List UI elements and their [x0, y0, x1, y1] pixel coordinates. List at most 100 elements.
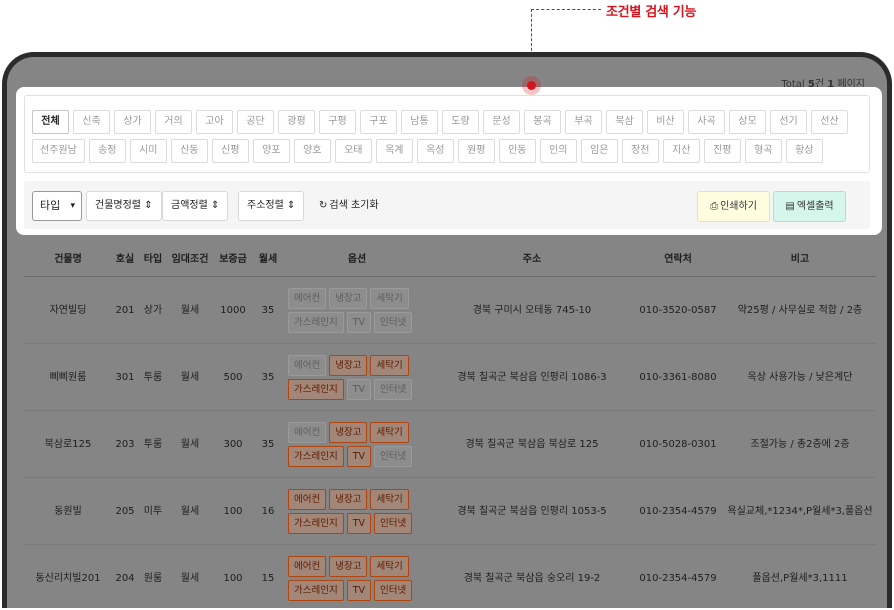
cell-cond: 월세: [180, 439, 200, 450]
cell-note: 약25평 / 사무실로 적합 / 2층: [737, 305, 863, 316]
column-header: 보증금: [219, 254, 247, 265]
option-tag: 인터넷: [374, 580, 413, 601]
area-chip[interactable]: 상모: [729, 110, 766, 134]
area-chip[interactable]: 옥계: [375, 139, 413, 163]
area-chip[interactable]: 북삼: [606, 110, 643, 134]
table-row[interactable]: 북삼로125 203 투룸 월세 300 35 에어컨 냉장고 세탁기 가스레인지 TV 인터넷 경북 …: [24, 411, 876, 478]
cell-note: 옥상 사용가능 / 낮은계단: [747, 372, 853, 383]
area-chip[interactable]: 형곡: [744, 139, 782, 163]
area-chip[interactable]: 시미: [129, 139, 167, 163]
callout-connector-horizontal: [531, 9, 601, 10]
area-chip[interactable]: 구평: [319, 110, 356, 134]
area-chip[interactable]: 양호: [293, 139, 331, 163]
area-chip[interactable]: 신평: [211, 139, 249, 163]
cell-phone: 010-3520-0587: [639, 305, 717, 316]
table-body: 자연빌딩 201 상가 월세 1000 35 에어컨 냉장고 세탁기 가스레인지 TV 인터넷 경북 구…: [24, 277, 876, 608]
cell-type: 미투: [143, 506, 163, 517]
option-tag: 에어컨: [288, 556, 327, 577]
area-chip[interactable]: 문성: [483, 110, 520, 134]
area-chip[interactable]: 구포: [360, 110, 397, 134]
area-chip[interactable]: 사곡: [688, 110, 725, 134]
sort-building-button[interactable]: 건물명정렬 ⇕: [86, 191, 162, 221]
cell-room: 204: [115, 573, 135, 584]
area-chip[interactable]: 광평: [278, 110, 315, 134]
reset-search-button[interactable]: ↻ 검색 초기화: [319, 191, 379, 221]
cell-type: 원룸: [143, 573, 163, 584]
cell-address: 경북 칠곡군 북삼읍 숭오리 19-2: [463, 573, 601, 584]
area-chip[interactable]: 진평: [703, 139, 741, 163]
area-chip[interactable]: 봉곡: [524, 110, 561, 134]
area-chip[interactable]: 선기: [770, 110, 807, 134]
print-button[interactable]: ⎙ 인쇄하기: [697, 191, 770, 222]
printer-icon: ⎙: [710, 201, 719, 212]
area-chip[interactable]: 인동: [498, 139, 536, 163]
option-tag: 가스레인지: [288, 580, 344, 601]
option-tag: 에어컨: [288, 355, 327, 376]
area-chip[interactable]: 상가: [114, 110, 151, 134]
area-chip[interactable]: 선산: [811, 110, 848, 134]
sort-icon: ⇕: [144, 200, 153, 211]
sort-address-button[interactable]: 주소정렬 ⇕: [238, 191, 305, 221]
area-chip[interactable]: 고아: [196, 110, 233, 134]
column-header: 타입: [143, 254, 163, 265]
cell-name: 동원빌: [54, 506, 82, 517]
option-tag: 세탁기: [370, 288, 409, 309]
option-tag: 세탁기: [370, 355, 409, 376]
table-row[interactable]: 동신리치빌201 204 원룸 월세 100 15 에어컨 냉장고 세탁기 가스레인지 TV 인터넷 경…: [24, 545, 876, 608]
area-chip[interactable]: 거의: [155, 110, 192, 134]
filter-bar: 타입 ▾ 건물명정렬 ⇕ 금액정렬 ⇕ 주소정렬 ⇕ ↻ 검색 초기화 ⎙ 인쇄하기: [24, 181, 870, 229]
option-tags: 에어컨 냉장고 세탁기 가스레인지 TV 인터넷: [288, 288, 420, 333]
cell-phone: 010-5028-0301: [639, 439, 717, 450]
area-chip[interactable]: 임은: [580, 139, 618, 163]
cell-phone: 010-2354-4579: [639, 506, 717, 517]
option-tag: 에어컨: [288, 422, 327, 443]
area-chip[interactable]: 도량: [442, 110, 479, 134]
excel-file-icon: ▤: [785, 201, 795, 212]
option-tag: 냉장고: [329, 556, 368, 577]
option-tag: 냉장고: [329, 489, 368, 510]
type-select[interactable]: 타입 ▾: [32, 191, 82, 221]
area-chip[interactable]: 인의: [539, 139, 577, 163]
option-tag: 에어컨: [288, 489, 327, 510]
area-chip[interactable]: 지산: [662, 139, 700, 163]
cell-note: 풀옵션,P월세*3,1111: [752, 573, 848, 584]
column-header: 호실: [115, 254, 135, 265]
area-chip[interactable]: 오태: [334, 139, 372, 163]
option-tag: 가스레인지: [288, 312, 344, 333]
callout-marker-dot: [522, 76, 541, 95]
column-header: 월세: [258, 254, 278, 265]
area-chip[interactable]: 선주원남: [32, 139, 85, 163]
cell-room: 203: [115, 439, 135, 450]
area-chip[interactable]: 황상: [785, 139, 823, 163]
cell-note: 조절가능 / 총2층에 2층: [750, 439, 850, 450]
option-tags: 에어컨 냉장고 세탁기 가스레인지 TV 인터넷: [288, 355, 420, 400]
area-chip[interactable]: 신동: [170, 139, 208, 163]
area-chip[interactable]: 신축: [73, 110, 110, 134]
area-chip[interactable]: 옥성: [416, 139, 454, 163]
option-tag: 에어컨: [288, 288, 327, 309]
area-filter-box: 전체 신축 상가 거의 고아 공단 광평 구평 구포 남통 도량 문성 봉곡 부곡 북삼 비산 사곡 상모 선기 선산…: [24, 95, 870, 173]
area-chip[interactable]: 공단: [237, 110, 274, 134]
cell-type: 투룸: [143, 372, 163, 383]
cell-rent: 35: [261, 372, 275, 383]
area-chip[interactable]: 비산: [647, 110, 684, 134]
table-row[interactable]: 동원빌 205 미투 월세 100 16 에어컨 냉장고 세탁기 가스레인지 TV 인터넷 경북 칠곡군…: [24, 478, 876, 545]
area-chip[interactable]: 원평: [457, 139, 495, 163]
excel-export-button[interactable]: ▤ 엑셀출력: [773, 191, 846, 222]
area-chip[interactable]: 장천: [621, 139, 659, 163]
column-header: 연락처: [664, 254, 692, 265]
area-chip[interactable]: 남통: [401, 110, 438, 134]
cell-phone: 010-3361-8080: [639, 372, 717, 383]
option-tag: 세탁기: [370, 489, 409, 510]
area-chip[interactable]: 부곡: [565, 110, 602, 134]
table-row[interactable]: 삐삐원룸 301 투룸 월세 500 35 에어컨 냉장고 세탁기 가스레인지 TV 인터넷 경북 칠곡…: [24, 344, 876, 411]
table-row[interactable]: 자연빌딩 201 상가 월세 1000 35 에어컨 냉장고 세탁기 가스레인지 TV 인터넷 경북 구…: [24, 277, 876, 344]
cell-rent: 35: [261, 305, 275, 316]
area-chip[interactable]: 양포: [252, 139, 290, 163]
area-chip[interactable]: 송정: [88, 139, 126, 163]
option-tag: 가스레인지: [288, 379, 344, 400]
area-chip[interactable]: 전체: [32, 110, 69, 134]
chevron-down-icon: ▾: [70, 201, 75, 211]
cell-deposit: 300: [223, 439, 243, 450]
sort-price-button[interactable]: 금액정렬 ⇕: [162, 191, 229, 221]
